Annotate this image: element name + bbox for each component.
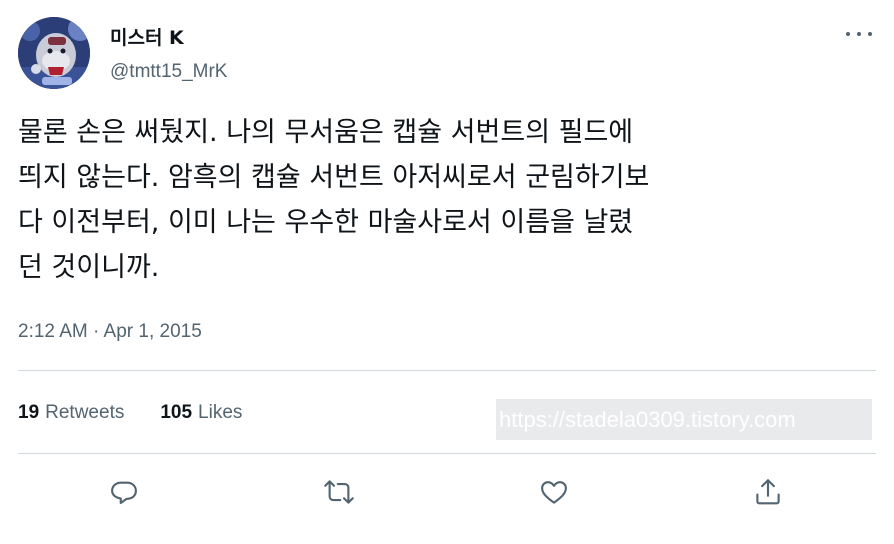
watermark: https://stadela0309.tistory.com	[496, 399, 872, 440]
more-dot	[857, 32, 861, 36]
retweets-label: Retweets	[45, 402, 125, 423]
tweet-stats: 19 Retweets 105 Likes	[18, 401, 278, 425]
retweets-stat[interactable]: 19 Retweets	[18, 401, 124, 425]
likes-stat[interactable]: 105 Likes	[160, 401, 242, 425]
tweet-timestamp[interactable]: 2:12 AM · Apr 1, 2015	[18, 320, 202, 344]
avatar[interactable]	[18, 17, 90, 89]
more-options-icon[interactable]	[846, 29, 872, 39]
reply-button[interactable]	[106, 474, 142, 510]
likes-label: Likes	[198, 402, 243, 423]
tweet-text: 물론 손은 써뒀지. 나의 무서움은 캡슐 서번트의 필드에 띄지 않는다. 암…	[18, 117, 650, 283]
likes-count: 105	[160, 402, 193, 423]
reply-icon	[111, 481, 137, 505]
like-button[interactable]	[536, 474, 572, 510]
like-icon	[541, 481, 567, 504]
more-dot	[846, 32, 850, 36]
more-dot	[868, 32, 872, 36]
action-bar	[0, 470, 894, 514]
user-handle[interactable]: @tmtt15_MrK	[110, 60, 227, 84]
retweets-count: 19	[18, 402, 40, 423]
retweet-button[interactable]	[321, 474, 357, 510]
avatar-image	[18, 17, 90, 89]
tweet-header: 미스터 K @tmtt15_MrK	[18, 17, 876, 91]
display-name[interactable]: 미스터 K	[110, 26, 227, 50]
share-button[interactable]	[750, 474, 786, 510]
share-icon	[756, 479, 780, 505]
tweet-card: 미스터 K @tmtt15_MrK 물론 손은 써뒀지. 나의 무서움은 캡슐 …	[0, 0, 894, 544]
divider-bottom	[18, 453, 876, 454]
user-names: 미스터 K @tmtt15_MrK	[110, 26, 227, 84]
retweet-icon	[324, 480, 354, 504]
divider-top	[18, 370, 876, 371]
